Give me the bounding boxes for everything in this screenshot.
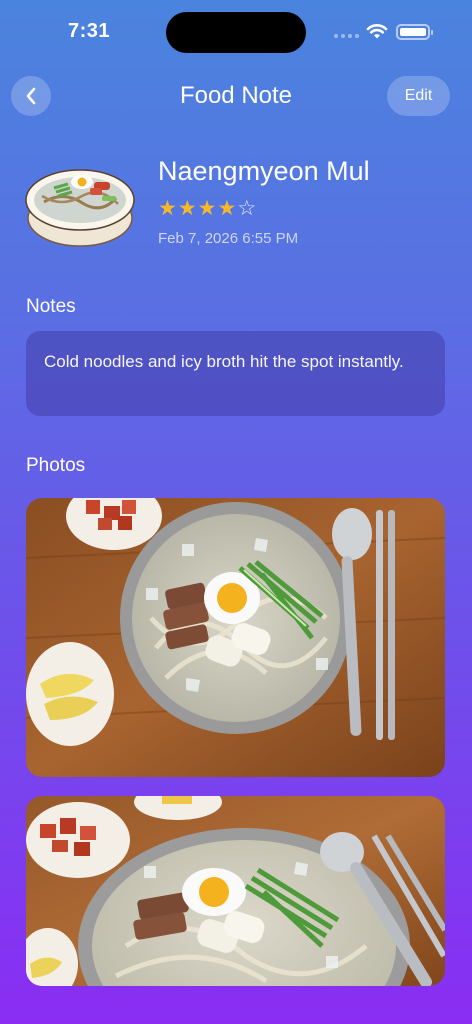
- photo-1[interactable]: [26, 498, 445, 777]
- dynamic-island: [166, 12, 306, 53]
- notes-heading: Notes: [26, 296, 76, 317]
- photo-2[interactable]: [26, 796, 445, 986]
- entry-date: Feb 7, 2026 6:55 PM: [158, 230, 299, 247]
- star-filled-icon: ★: [217, 197, 237, 220]
- edit-button[interactable]: Edit: [387, 76, 450, 116]
- star-filled-icon: ★: [158, 197, 177, 220]
- star-filled-icon: ★: [177, 197, 197, 220]
- battery-icon: [396, 24, 433, 40]
- dish-name: Naengmyeon Mul: [158, 156, 370, 186]
- star-empty-icon: ☆: [237, 197, 257, 220]
- status-bar: 7:31: [0, 0, 472, 62]
- dish-thumbnail[interactable]: [24, 160, 136, 252]
- photos-heading: Photos: [26, 455, 86, 476]
- star-rating: ★ ★ ★ ★ ☆: [158, 197, 256, 221]
- star-filled-icon: ★: [197, 197, 217, 220]
- wifi-icon: [366, 24, 388, 39]
- notes-text: Cold noodles and icy broth hit the spot …: [26, 331, 445, 416]
- signal-icon: [334, 34, 359, 38]
- status-time: 7:31: [68, 20, 111, 42]
